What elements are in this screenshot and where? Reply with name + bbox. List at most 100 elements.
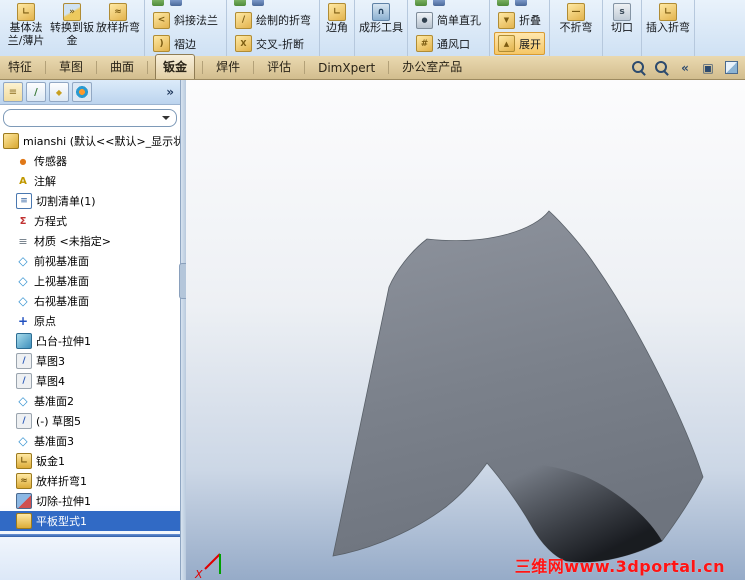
- convert-to-sheet-metal-button[interactable]: 转换到钣金: [50, 2, 94, 47]
- graphics-area[interactable]: X 三维网www.3dportal.cn: [186, 80, 745, 580]
- no-bends-button[interactable]: 不折弯: [554, 2, 598, 34]
- simple-hole-button[interactable]: 简单直孔: [412, 9, 485, 32]
- rollback-bar[interactable]: [0, 534, 180, 537]
- corner-icon: [328, 3, 346, 21]
- tab-office-products[interactable]: 办公室产品: [396, 56, 468, 79]
- axis-x: [204, 553, 221, 570]
- forming-tool-button[interactable]: 成形工具: [359, 2, 403, 34]
- ribbon-button-row: 插入折弯: [646, 0, 690, 34]
- featuremanager-tab-icon[interactable]: [3, 82, 23, 102]
- tree-root[interactable]: mianshi (默认<<默认>_显示状: [0, 131, 180, 151]
- tree-item-sketch5[interactable]: (-) 草图5: [0, 411, 180, 431]
- base-flange-button-label: 基体法兰/薄片: [7, 21, 45, 47]
- tree-item-lofted-bend1-label: 放样折弯1: [36, 475, 87, 488]
- tab-divider: [147, 61, 149, 74]
- tree-item-origin-label: 原点: [34, 315, 56, 328]
- ribbon-button-row: 切口: [607, 0, 637, 34]
- sheet-metal-icon: [16, 453, 32, 469]
- convert-to-sheet-metal-button-label: 转换到钣金: [50, 21, 94, 47]
- vent-button[interactable]: 通风口: [412, 32, 485, 55]
- clipped-icon-strip: [149, 0, 222, 8]
- tree-item-sketch4[interactable]: 草图4: [0, 371, 180, 391]
- tree-item-flat-pattern1[interactable]: 平板型式1: [0, 511, 180, 531]
- tree-item-sheet-metal1-label: 钣金1: [36, 455, 65, 468]
- tab-sketch[interactable]: 草图: [53, 56, 89, 79]
- tree-item-cut-list[interactable]: 切割清单(1): [0, 191, 180, 211]
- tree-item-sketch3-label: 草图3: [36, 355, 65, 368]
- hem-button[interactable]: 褶边: [149, 32, 222, 55]
- convert-to-sheet-metal-icon: [63, 3, 81, 21]
- dimxpertmanager-tab-icon[interactable]: [72, 82, 92, 102]
- tree-item-right-plane[interactable]: 右视基准面: [0, 291, 180, 311]
- insert-bends-button[interactable]: 插入折弯: [646, 2, 690, 34]
- tree-item-annotations[interactable]: 注解: [0, 171, 180, 191]
- view-settings-icon[interactable]: [722, 59, 740, 77]
- tree-item-sketch3[interactable]: 草图3: [0, 351, 180, 371]
- ribbon-group: 不折弯: [550, 0, 603, 56]
- clipped-icon: [497, 0, 509, 6]
- zoom-to-fit-icon[interactable]: [653, 59, 671, 77]
- ribbon-group: 斜接法兰褶边: [145, 0, 227, 56]
- configurationmanager-tab-icon[interactable]: [49, 82, 69, 102]
- corner-button-label: 边角: [326, 21, 348, 34]
- tree-item-lofted-bend1[interactable]: 放样折弯1: [0, 471, 180, 491]
- previous-view-icon[interactable]: [676, 59, 694, 77]
- miter-flange-button[interactable]: 斜接法兰: [149, 9, 222, 32]
- tree-item-material[interactable]: 材质 <未指定>: [0, 231, 180, 251]
- corner-button[interactable]: 边角: [324, 2, 350, 34]
- tab-divider: [304, 61, 306, 74]
- ribbon-group: 插入折弯: [642, 0, 695, 56]
- tree-item-plane2-label: 基准面2: [34, 395, 74, 408]
- unfold-button[interactable]: 展开: [494, 32, 545, 55]
- tab-sheet-metal[interactable]: 钣金: [155, 54, 196, 79]
- tree-item-plane3-label: 基准面3: [34, 435, 74, 448]
- propertymanager-tab-icon[interactable]: [26, 82, 46, 102]
- tree-item-plane3[interactable]: 基准面3: [0, 431, 180, 451]
- zoom-to-area-icon[interactable]: [630, 59, 648, 77]
- tab-divider: [388, 61, 390, 74]
- part-icon: [3, 133, 19, 149]
- tree-root-label: mianshi (默认<<默认>_显示状: [23, 135, 180, 148]
- tab-surfaces[interactable]: 曲面: [104, 56, 140, 79]
- tree-item-origin[interactable]: 原点: [0, 311, 180, 331]
- tab-evaluate[interactable]: 评估: [261, 56, 297, 79]
- tree-item-top-plane[interactable]: 上视基准面: [0, 271, 180, 291]
- ribbon-group: 绘制的折弯交叉-折断: [227, 0, 320, 56]
- base-flange-button[interactable]: 基体法兰/薄片: [4, 2, 48, 47]
- tree-item-sensors-label: 传感器: [34, 155, 67, 168]
- cross-break-button-label: 交叉-折断: [256, 37, 304, 51]
- tree-item-cut-list-label: 切割清单(1): [36, 195, 96, 208]
- plane-icon: [16, 294, 30, 308]
- tab-features[interactable]: 特征: [2, 56, 38, 79]
- tab-weldments[interactable]: 焊件: [210, 56, 246, 79]
- sketched-bend-button[interactable]: 绘制的折弯: [231, 9, 315, 32]
- tree-item-boss-extrude1[interactable]: 凸台-拉伸1: [0, 331, 180, 351]
- tree-item-plane2[interactable]: 基准面2: [0, 391, 180, 411]
- ribbon-button-row: 边角: [324, 0, 350, 34]
- tree-item-cut-extrude1[interactable]: 切除-拉伸1: [0, 491, 180, 511]
- cross-break-button[interactable]: 交叉-折断: [231, 32, 315, 55]
- rip-button[interactable]: 切口: [607, 2, 637, 34]
- tree-item-sensors[interactable]: 传感器: [0, 151, 180, 171]
- fold-button[interactable]: 折叠: [494, 9, 545, 32]
- lofted-bend-button[interactable]: 放样折弯: [96, 2, 140, 47]
- tab-dimxpert[interactable]: DimXpert: [312, 59, 381, 79]
- model-scene: X: [194, 210, 704, 580]
- tab-divider: [96, 61, 98, 74]
- tree-item-sheet-metal1[interactable]: 钣金1: [0, 451, 180, 471]
- tree-item-top-plane-label: 上视基准面: [34, 275, 89, 288]
- tree-item-equations[interactable]: 方程式: [0, 211, 180, 231]
- panel-chevron[interactable]: »: [166, 85, 177, 99]
- hem-button-label: 褶边: [174, 37, 196, 51]
- sketch-icon: [16, 373, 32, 389]
- plane-icon: [16, 394, 30, 408]
- clipped-icon-strip: [412, 0, 485, 8]
- origin-triad: X: [194, 553, 221, 580]
- section-view-icon[interactable]: [699, 59, 717, 77]
- equations-icon: [16, 214, 30, 228]
- tree-item-front-plane[interactable]: 前视基准面: [0, 251, 180, 271]
- flat-pattern-shape[interactable]: [332, 210, 704, 563]
- clipped-icon: [515, 0, 527, 6]
- filter-dropdown-icon[interactable]: [162, 116, 170, 124]
- featuremanager-filter[interactable]: [3, 109, 177, 127]
